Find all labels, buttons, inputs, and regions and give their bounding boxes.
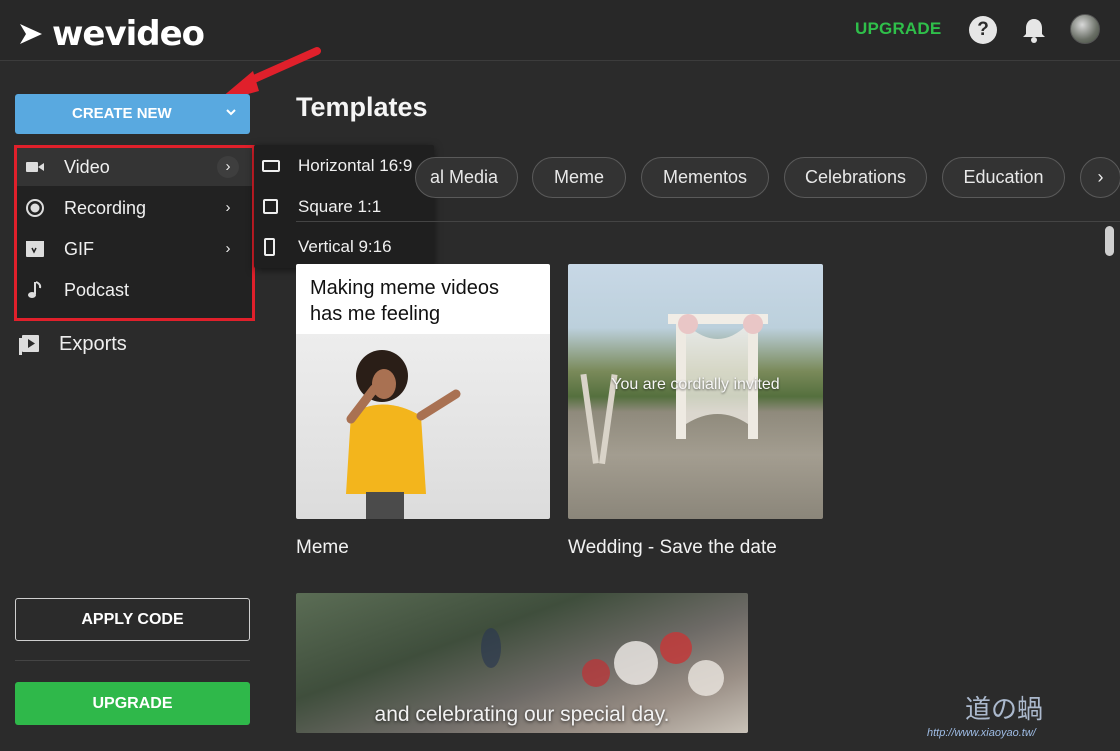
scrollbar-thumb[interactable] <box>1105 226 1114 256</box>
wevideo-logo-icon <box>20 24 42 44</box>
menu-item-label: Podcast <box>64 280 130 300</box>
chip-education[interactable]: Education <box>942 157 1065 198</box>
brand-name: wevideo <box>52 14 205 54</box>
divider <box>15 660 250 661</box>
menu-item-gif[interactable]: GIF › <box>17 230 252 268</box>
chevron-down-icon[interactable] <box>224 105 238 119</box>
card-title[interactable]: Wedding - Save the date <box>568 537 777 559</box>
menu-item-podcast[interactable]: Podcast <box>17 271 252 309</box>
submenu-item-label: Horizontal 16:9 <box>298 156 413 175</box>
vertical-frame-icon <box>264 238 275 256</box>
chip-celebrations[interactable]: Celebrations <box>784 157 927 198</box>
template-card-wedding[interactable]: You are cordially invited <box>568 264 823 519</box>
meme-thumbnail <box>296 334 550 519</box>
horizontal-frame-icon <box>262 160 280 172</box>
chevron-right-icon[interactable]: › <box>1080 157 1120 198</box>
video-submenu: Horizontal 16:9 Square 1:1 Vertical 9:16 <box>254 145 434 268</box>
upgrade-button[interactable]: UPGRADE <box>15 682 250 725</box>
submenu-item-label: Vertical 9:16 <box>298 237 392 256</box>
page-title: Templates <box>296 92 428 122</box>
submenu-item-vertical[interactable]: Vertical 9:16 <box>254 227 434 267</box>
watermark-logo-icon: 道の蝸 <box>965 695 1043 725</box>
menu-item-label: Video <box>64 157 110 177</box>
square-frame-icon <box>263 199 278 214</box>
avatar[interactable] <box>1070 14 1100 44</box>
gif-icon <box>26 241 44 257</box>
card-overlay-text: Making meme videos has me feeling <box>296 264 550 334</box>
wevideo-logo[interactable]: wevideo <box>18 14 205 54</box>
create-new-menu: Video › Recording › GIF › Podcast <box>14 145 255 321</box>
watermark-url: http://www.xiaoyao.tw/ <box>927 727 1036 739</box>
create-new-button[interactable]: CREATE NEW <box>15 94 250 134</box>
sidebar-item-label: Exports <box>59 333 127 355</box>
chevron-right-icon: › <box>225 199 231 216</box>
create-new-label: CREATE NEW <box>72 105 172 122</box>
video-camera-icon <box>26 162 44 172</box>
template-card-celebration[interactable]: and celebrating our special day. <box>296 593 748 733</box>
top-header: wevideo UPGRADE ? <box>0 0 1120 61</box>
dancing-person-image <box>346 350 461 519</box>
site-watermark: 道の蝸 http://www.xiaoyao.tw/ <box>925 690 1110 742</box>
menu-item-recording[interactable]: Recording › <box>17 189 252 227</box>
help-icon[interactable]: ? <box>969 16 997 44</box>
chevron-right-icon: › <box>225 240 231 257</box>
menu-item-label: GIF <box>64 239 94 259</box>
submenu-item-label: Square 1:1 <box>298 197 382 216</box>
divider <box>296 221 1120 222</box>
menu-item-label: Recording <box>64 198 147 218</box>
bell-icon[interactable] <box>1021 16 1047 44</box>
music-note-icon <box>28 281 42 298</box>
apply-code-button[interactable]: APPLY CODE <box>15 598 250 641</box>
card-title[interactable]: Meme <box>296 537 349 559</box>
submenu-item-horizontal[interactable]: Horizontal 16:9 <box>254 146 434 186</box>
chip-social-media[interactable]: al Media <box>415 157 518 198</box>
chevron-right-icon: › <box>217 156 239 178</box>
header-upgrade-link[interactable]: UPGRADE <box>855 19 941 39</box>
chip-mementos[interactable]: Mementos <box>641 157 769 198</box>
card-overlay-text: You are cordially invited <box>611 376 780 393</box>
menu-item-video[interactable]: Video › <box>17 148 252 186</box>
chip-meme[interactable]: Meme <box>532 157 626 198</box>
svg-text:道の蝸: 道の蝸 <box>965 695 1043 725</box>
template-card-meme[interactable]: Making meme videos has me feeling <box>296 264 550 519</box>
card-overlay-text: and celebrating our special day. <box>374 703 670 726</box>
exports-play-icon <box>19 335 39 355</box>
record-icon <box>26 199 44 217</box>
